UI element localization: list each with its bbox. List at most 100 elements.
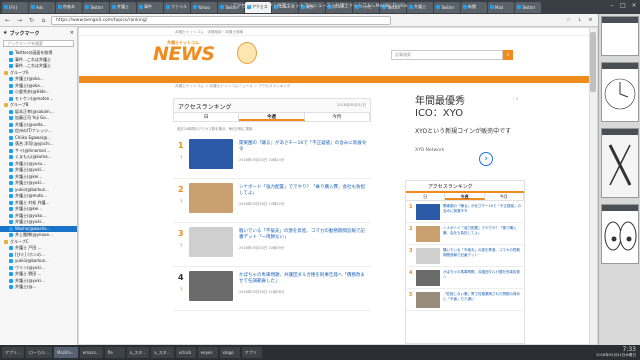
- bookmark-icon: [9, 83, 13, 88]
- reload-icon[interactable]: ↻: [27, 16, 36, 25]
- article-title[interactable]: シナボード「強力配置」ででやり？「乗り購入賽、会社も負担してよ」: [239, 185, 367, 197]
- taskbar-item[interactable]: eeyes: [197, 347, 218, 358]
- browser-tab[interactable]: [Fri]: [2, 1, 28, 13]
- bookmark-search-input[interactable]: ブックマークを検索: [3, 40, 74, 47]
- close-icon[interactable]: ×: [630, 2, 638, 10]
- article-title[interactable]: 関東圏の「踊る」があさチー16で「不正疑惑」の含みに新展令令: [443, 204, 523, 213]
- ranking-item[interactable]: 2 ↑ シナボード「強力配置」ででやり？「乗り購入賽、会社も負担してよ」 2018年0…: [173, 179, 371, 223]
- site-logo[interactable]: 弁護士ドットコム NEWS: [153, 40, 233, 68]
- side-tab-month[interactable]: 今月: [485, 193, 524, 200]
- side-tab-day[interactable]: 日: [406, 193, 446, 200]
- search-icon[interactable]: ⌕: [503, 50, 513, 60]
- desktop-window[interactable]: [601, 16, 639, 56]
- bookmark-icon: [9, 226, 13, 231]
- taskbar-item[interactable]: fle: [104, 347, 125, 358]
- download-icon[interactable]: ↓: [576, 17, 583, 24]
- side-ranking-item[interactable]: 2 シナボード「強力配置」でやりや？「乗り購入賽、会社も負担してよ」: [406, 223, 524, 245]
- browser-tab[interactable]: Twitter: [515, 1, 541, 13]
- article-title[interactable]: かぼちゃの馬車問題、弁護団ダルガ捜を刑事告発へ: [443, 270, 523, 279]
- article-thumbnail[interactable]: [416, 248, 440, 264]
- taskbar-item[interactable]: Mozilla…: [54, 347, 78, 358]
- window-titlebar: [602, 17, 638, 23]
- chevron-right-icon[interactable]: ›: [479, 152, 493, 166]
- side-ranking-item[interactable]: 4 かぼちゃの馬車問題、弁護団ダルガ捜を刑事告発へ: [406, 267, 524, 289]
- browser-tab[interactable]: 他者本: [56, 1, 82, 13]
- taskbar-item[interactable]: アプリ…: [2, 347, 24, 358]
- article-thumbnail[interactable]: [189, 271, 233, 301]
- back-icon[interactable]: ←: [3, 16, 12, 25]
- taskbar-item[interactable]: ローカル…: [26, 347, 52, 358]
- tab-favicon-icon: [139, 5, 143, 9]
- taskbar-item[interactable]: x_スタ…: [151, 347, 174, 358]
- scrollbar-thumb[interactable]: [590, 32, 596, 92]
- desktop-window[interactable]: [601, 204, 639, 264]
- tab-month[interactable]: 今月: [305, 113, 370, 121]
- home-icon[interactable]: ⌂: [39, 16, 48, 25]
- article-title[interactable]: 関東圏の「踊る」があさチー16で「不正疑惑」の含みに新展令令: [239, 141, 367, 153]
- tab-week[interactable]: 今週: [239, 113, 305, 121]
- browser-tab[interactable]: 弁護士: [110, 1, 136, 13]
- star-icon: ★: [3, 30, 8, 36]
- taskbar-item[interactable]: アプリ: [241, 347, 262, 358]
- url-input[interactable]: https://www.bengo4.com/topics/ranking/: [51, 15, 391, 25]
- side-ranking-item[interactable]: 1 関東圏の「踊る」があさチー16で「不正疑惑」の含みに新展令令: [406, 201, 524, 223]
- tab-favicon-icon: [463, 5, 467, 9]
- forward-icon[interactable]: →: [15, 16, 24, 25]
- article-thumbnail[interactable]: [189, 183, 233, 213]
- ad-headline-1: 年間最優秀: [415, 96, 465, 107]
- rank-up-icon: ↑: [179, 287, 184, 293]
- article-thumbnail[interactable]: [189, 227, 233, 257]
- side-ranking-item[interactable]: 5 「妊娠しない妻」寄で性格漏洩された問題の責めに「不倫」ちた通い: [406, 289, 524, 311]
- tab-day[interactable]: 日: [174, 113, 240, 121]
- xlogo-icon: [608, 144, 632, 186]
- article-thumbnail[interactable]: [416, 226, 440, 242]
- tab-favicon-icon: [517, 5, 521, 9]
- ranking-item[interactable]: 4 ↑ かぼちゃの馬車問題、弁護団ダルガ捜を刑事告発へ「債務改ませて任調範雇した」 2…: [173, 267, 371, 311]
- ad-info-icon[interactable]: i ×: [513, 96, 519, 101]
- taskbar-item[interactable]: xlogo: [219, 347, 240, 358]
- taskbar-item[interactable]: emacs…: [79, 347, 103, 358]
- ranking-item[interactable]: 3 ↑ 騒いでいる「不倫夫」の激を昇進、コマカの勤務期間追報で記番デット「一両勝ない…: [173, 223, 371, 267]
- maximize-icon[interactable]: □: [619, 2, 627, 10]
- menu-icon[interactable]: ≡: [587, 17, 594, 24]
- article-title[interactable]: かぼちゃの馬車問題、弁護団ダルガ捜を刑事告発へ「債務改ませて任調範雇した」: [239, 273, 367, 285]
- side-ranking-tabs: 日 今週 今月: [406, 193, 524, 201]
- browser-tab[interactable]: Ads: [29, 1, 55, 13]
- sidebar-header: ★ ブックマーク ×: [0, 27, 77, 39]
- bookmark-icon: [9, 285, 13, 290]
- browser-tab[interactable]: 新聞: [461, 1, 487, 13]
- browser-tab[interactable]: ファイル: [164, 1, 190, 13]
- desktop-side-area: [598, 14, 640, 345]
- browser-tab[interactable]: Twitter: [83, 1, 109, 13]
- side-ranking-title: アクセスランキング: [406, 181, 524, 193]
- rank-up-icon: ↑: [179, 155, 184, 161]
- tab-favicon-icon: [85, 5, 89, 9]
- minimize-icon[interactable]: –: [608, 2, 616, 10]
- browser-tab[interactable]: Twitter: [434, 1, 460, 13]
- taskbar-item[interactable]: x_スタ…: [126, 347, 150, 358]
- browser-tab[interactable]: 事件: [137, 1, 163, 13]
- article-thumbnail[interactable]: [416, 270, 440, 286]
- desktop-window[interactable]: [601, 128, 639, 198]
- side-tab-week[interactable]: 今週: [445, 193, 485, 200]
- bookmark-item[interactable]: 弁護士(@…: [0, 284, 77, 291]
- article-title[interactable]: 騒いでいる「不倫夫」の激を昇進、コマカの勤務期間追報で記番デット: [443, 248, 523, 257]
- article-title[interactable]: 騒いでいる「不倫夫」の激を昇進、コマカの勤務期間追報で記番デット「一両勝ない」: [239, 229, 367, 241]
- site-search-input[interactable]: 記事検索: [391, 50, 503, 60]
- close-icon[interactable]: ×: [70, 30, 74, 36]
- ranking-title: アクセスランキング: [178, 104, 232, 111]
- article-thumbnail[interactable]: [416, 204, 440, 220]
- clock-window[interactable]: [601, 62, 639, 122]
- taskbar-item[interactable]: xclock: [175, 347, 196, 358]
- browser-tab[interactable]: Mail: [488, 1, 514, 13]
- ranking-item[interactable]: 1 ↑ 関東圏の「踊る」があさチー16で「不正疑惑」の含みに新展令令 2018年05月…: [173, 135, 371, 179]
- side-ranking-item[interactable]: 3 騒いでいる「不倫夫」の激を昇進、コマカの勤務期間追報で記番デット: [406, 245, 524, 267]
- bookmark-star-icon[interactable]: ☆: [565, 17, 572, 24]
- article-title[interactable]: シナボード「強力配置」でやりや？「乗り購入賽、会社も負担してよ」: [443, 226, 523, 235]
- bookmark-list: Twitterの画面を取得 事件…これは弁護士 事件…これは弁護士 グループA 弁護士(…: [0, 50, 77, 291]
- tab-label: Yahoo: [198, 4, 210, 10]
- bookmark-icon: [9, 155, 13, 160]
- article-title[interactable]: 「妊娠しない妻」寄で性格漏洩された問題の責めに「不倫」ちた通い: [443, 292, 523, 301]
- article-thumbnail[interactable]: [189, 139, 233, 169]
- article-thumbnail[interactable]: [416, 292, 440, 308]
